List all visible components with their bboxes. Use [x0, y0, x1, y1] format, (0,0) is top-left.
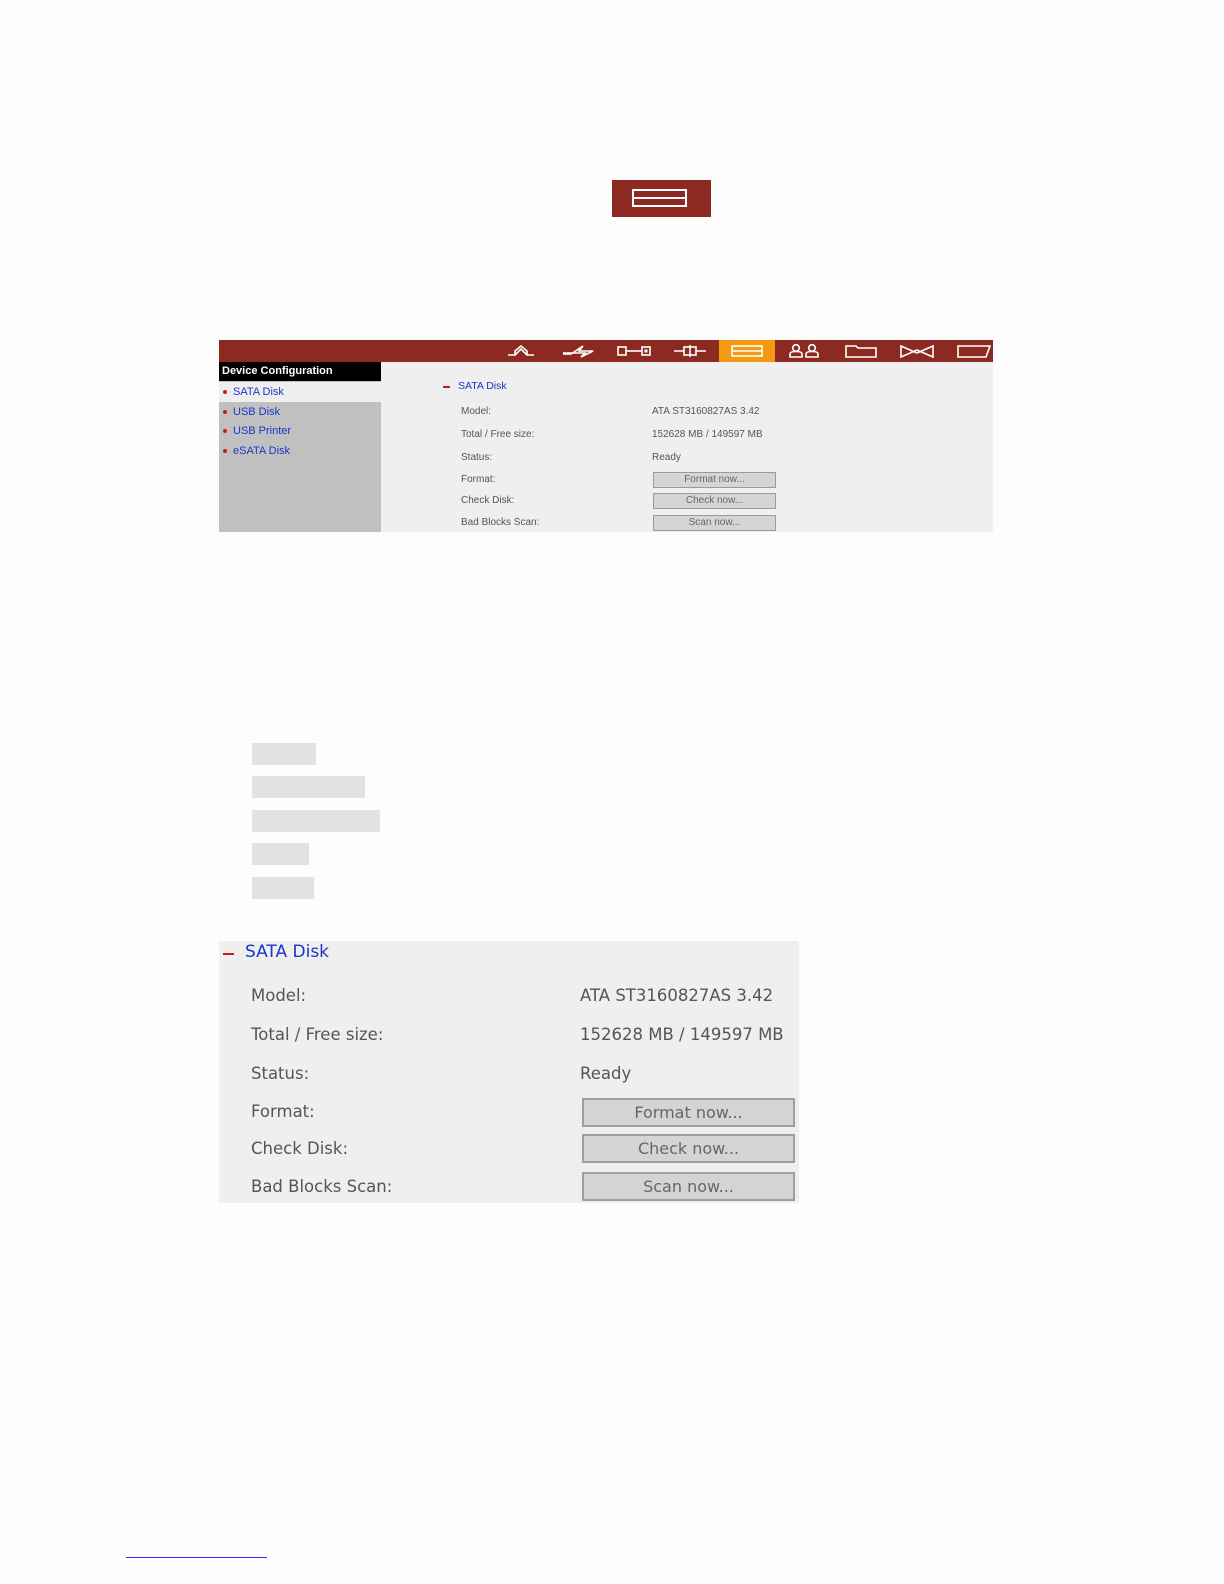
collapse-icon[interactable] [223, 953, 234, 955]
sidebar-title: Device Configuration [219, 362, 381, 381]
note-icon[interactable] [946, 340, 993, 362]
check-now-button[interactable]: Check now... [582, 1134, 795, 1163]
sidebar-item-sata-disk[interactable]: SATA Disk [219, 382, 381, 402]
check-disk-label: Check Disk: [461, 495, 515, 506]
bullet-icon [223, 390, 227, 394]
section-heading: SATA Disk [245, 942, 330, 962]
sidebar-item-label: SATA Disk [233, 386, 284, 398]
bullet-icon [223, 449, 227, 453]
size-value: 152628 MB / 149597 MB [652, 429, 763, 440]
device-config-screenshot: Device Configuration SATA Disk USB Disk … [219, 340, 993, 532]
model-label: Model: [251, 986, 307, 1005]
sidebar-item-usb-printer[interactable]: USB Printer [219, 421, 381, 441]
sidebar-item-label: USB Printer [233, 425, 292, 437]
scan-now-button[interactable]: Scan now... [582, 1172, 795, 1201]
footnote-separator [126, 1557, 267, 1558]
status-value: Ready [652, 452, 681, 463]
redacted-text [252, 810, 380, 832]
folder-icon[interactable] [833, 340, 889, 362]
lightning-icon[interactable] [550, 340, 606, 362]
status-label: Status: [251, 1064, 310, 1083]
redacted-text [252, 776, 365, 798]
disk-management-icon [612, 180, 711, 217]
size-label: Total / Free size: [251, 1025, 384, 1044]
check-disk-label: Check Disk: [251, 1139, 349, 1158]
sata-disk-panel-zoomed: SATA Disk Model: ATA ST3160827AS 3.42 To… [219, 941, 799, 1203]
section-heading: SATA Disk [458, 380, 507, 392]
format-label: Format: [251, 1102, 315, 1121]
bad-blocks-label: Bad Blocks Scan: [251, 1177, 393, 1196]
bullet-icon [223, 410, 227, 414]
sidebar-item-label: USB Disk [233, 406, 281, 418]
users-icon[interactable] [776, 340, 832, 362]
model-value: ATA ST3160827AS 3.42 [580, 986, 774, 1005]
check-now-button[interactable]: Check now... [653, 493, 776, 509]
size-value: 152628 MB / 149597 MB [580, 1025, 784, 1044]
sidebar-item-esata-disk[interactable]: eSATA Disk [219, 441, 381, 461]
format-now-button[interactable]: Format now... [582, 1098, 795, 1127]
storage-icon[interactable] [719, 340, 775, 362]
bad-blocks-label: Bad Blocks Scan: [461, 517, 540, 528]
plug-icon[interactable] [662, 340, 718, 362]
status-label: Status: [461, 452, 493, 463]
bullet-icon [223, 429, 227, 433]
status-value: Ready [580, 1064, 632, 1083]
model-value: ATA ST3160827AS 3.42 [652, 406, 760, 417]
sidebar: Device Configuration SATA Disk USB Disk … [219, 362, 381, 532]
network-icon[interactable] [606, 340, 662, 362]
model-label: Model: [461, 406, 492, 417]
redacted-text [252, 843, 309, 865]
top-toolbar [219, 340, 993, 362]
format-label: Format: [461, 474, 496, 485]
bowtie-icon[interactable] [889, 340, 945, 362]
redacted-text [252, 877, 314, 899]
home-icon[interactable] [493, 340, 549, 362]
format-now-button[interactable]: Format now... [653, 472, 776, 488]
scan-now-button[interactable]: Scan now... [653, 515, 776, 531]
size-label: Total / Free size: [461, 429, 535, 440]
sidebar-item-label: eSATA Disk [233, 445, 291, 457]
collapse-icon[interactable] [443, 386, 450, 388]
redacted-text [252, 743, 316, 765]
sidebar-item-usb-disk[interactable]: USB Disk [219, 402, 381, 422]
